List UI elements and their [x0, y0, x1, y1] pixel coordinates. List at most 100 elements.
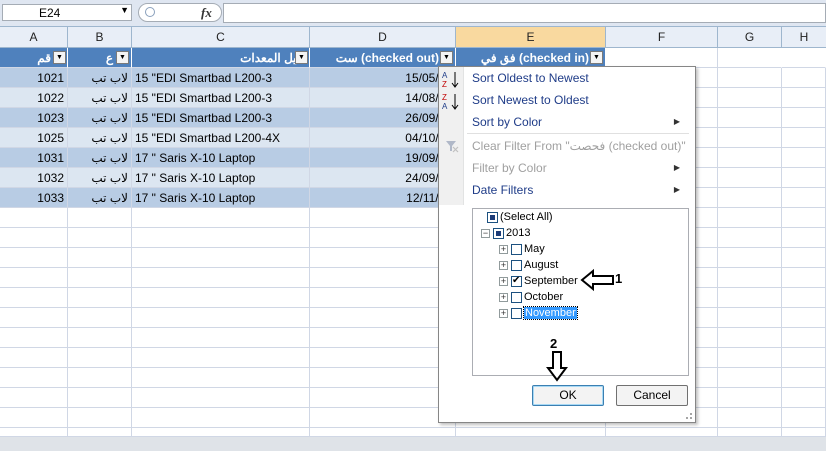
resize-handle-icon[interactable]	[145, 7, 155, 17]
empty-cell[interactable]	[132, 248, 310, 268]
name-box[interactable]: E24 ▼	[2, 4, 132, 21]
checkbox[interactable]	[493, 227, 504, 239]
menu-clear-filter[interactable]: Clear Filter From "فحصت (checked out)"	[472, 136, 686, 156]
empty-cell[interactable]	[718, 48, 782, 68]
empty-cell[interactable]	[782, 168, 826, 188]
menu-sort-newest[interactable]: Sort Newest to Oldest	[472, 90, 589, 110]
formula-input[interactable]	[223, 3, 826, 23]
filter-dropdown-icon[interactable]: ▼	[440, 51, 453, 64]
cell-item[interactable]: 15 "EDI Smartbad L200-3	[132, 88, 310, 108]
tree-item-month-september[interactable]: +September	[499, 273, 578, 289]
empty-cell[interactable]	[0, 308, 68, 328]
empty-cell[interactable]	[718, 268, 782, 288]
insert-function-icon[interactable]: fx	[201, 5, 212, 21]
checkbox[interactable]	[511, 243, 522, 255]
empty-cell[interactable]	[310, 228, 456, 248]
expand-icon[interactable]: +	[499, 292, 508, 302]
empty-cell[interactable]	[718, 328, 782, 348]
empty-cell[interactable]	[310, 408, 456, 428]
resize-grip-icon[interactable]	[684, 411, 693, 420]
empty-cell[interactable]	[606, 48, 718, 68]
column-header-e[interactable]: E	[456, 27, 606, 47]
menu-date-filters[interactable]: Date Filters ▶	[472, 180, 688, 200]
empty-cell[interactable]	[0, 388, 68, 408]
filter-dropdown-icon[interactable]: ▼	[53, 51, 66, 64]
empty-cell[interactable]	[718, 188, 782, 208]
cell-type[interactable]: لاب تب	[68, 88, 132, 108]
expand-icon[interactable]: +	[499, 260, 508, 270]
cell-checked-out[interactable]: 14/08/20	[310, 88, 456, 108]
tree-item-month-may[interactable]: + May	[499, 241, 545, 257]
empty-cell[interactable]	[782, 68, 826, 88]
expand-icon[interactable]: +	[499, 308, 508, 318]
empty-cell[interactable]	[782, 368, 826, 388]
empty-cell[interactable]	[782, 108, 826, 128]
empty-cell[interactable]	[68, 308, 132, 328]
empty-cell[interactable]	[0, 228, 68, 248]
expand-icon[interactable]: +	[499, 244, 508, 254]
empty-cell[interactable]	[132, 208, 310, 228]
empty-cell[interactable]	[68, 388, 132, 408]
empty-cell[interactable]	[782, 268, 826, 288]
collapse-icon[interactable]: −	[481, 228, 490, 238]
cell-checked-out[interactable]: 12/11/20	[310, 188, 456, 208]
checkbox-checked[interactable]	[511, 273, 522, 289]
empty-cell[interactable]	[132, 348, 310, 368]
empty-cell[interactable]	[782, 288, 826, 308]
cell-item[interactable]: 15 "EDI Smartbad L200-4X	[132, 128, 310, 148]
cell-type[interactable]: لاب تب	[68, 148, 132, 168]
empty-cell[interactable]	[310, 308, 456, 328]
empty-cell[interactable]	[718, 428, 782, 437]
empty-cell[interactable]	[718, 168, 782, 188]
cell-checked-out[interactable]: 24/09/20	[310, 168, 456, 188]
empty-cell[interactable]	[310, 248, 456, 268]
empty-cell[interactable]	[782, 348, 826, 368]
empty-cell[interactable]	[0, 368, 68, 388]
column-header-d[interactable]: D	[310, 27, 456, 47]
cell-item[interactable]: 17 " Saris X-10 Laptop	[132, 168, 310, 188]
cancel-button[interactable]: Cancel	[616, 385, 688, 406]
empty-cell[interactable]	[718, 408, 782, 428]
empty-cell[interactable]	[68, 208, 132, 228]
empty-cell[interactable]	[782, 88, 826, 108]
cell-checked-out[interactable]: 04/10/20	[310, 128, 456, 148]
empty-cell[interactable]	[782, 128, 826, 148]
empty-cell[interactable]	[718, 88, 782, 108]
menu-sort-by-color[interactable]: Sort by Color ▶	[472, 112, 688, 132]
tree-item-month-november[interactable]: + November	[499, 305, 578, 321]
checkbox[interactable]	[511, 259, 522, 271]
menu-filter-by-color[interactable]: Filter by Color ▶	[472, 158, 688, 178]
expand-icon[interactable]: +	[499, 276, 508, 286]
cell-id[interactable]: 1022	[0, 88, 68, 108]
filter-active-icon[interactable]: ▼	[116, 51, 129, 64]
empty-cell[interactable]	[132, 288, 310, 308]
filter-dropdown-icon[interactable]: ▼	[295, 51, 308, 64]
cell-checked-out[interactable]: 15/05/20	[310, 68, 456, 88]
empty-cell[interactable]	[310, 388, 456, 408]
empty-cell[interactable]	[782, 48, 826, 68]
empty-cell[interactable]	[782, 148, 826, 168]
cell-id[interactable]: 1033	[0, 188, 68, 208]
empty-cell[interactable]	[68, 228, 132, 248]
empty-cell[interactable]	[718, 68, 782, 88]
tree-item-year[interactable]: −2013	[481, 225, 530, 241]
empty-cell[interactable]	[132, 308, 310, 328]
empty-cell[interactable]	[0, 348, 68, 368]
empty-cell[interactable]	[132, 228, 310, 248]
empty-cell[interactable]	[68, 268, 132, 288]
column-header-h[interactable]: H	[782, 27, 826, 47]
empty-cell[interactable]	[0, 248, 68, 268]
checkbox[interactable]	[511, 291, 522, 303]
empty-cell[interactable]	[782, 308, 826, 328]
ok-button[interactable]: OK	[532, 385, 604, 406]
empty-cell[interactable]	[718, 208, 782, 228]
tree-item-select-all[interactable]: (Select All)	[487, 209, 553, 225]
empty-cell[interactable]	[68, 368, 132, 388]
empty-cell[interactable]	[0, 208, 68, 228]
cell-type[interactable]: لاب تب	[68, 128, 132, 148]
empty-cell[interactable]	[132, 388, 310, 408]
empty-cell[interactable]	[310, 268, 456, 288]
empty-cell[interactable]	[0, 328, 68, 348]
empty-cell[interactable]	[310, 368, 456, 388]
empty-cell[interactable]	[782, 408, 826, 428]
